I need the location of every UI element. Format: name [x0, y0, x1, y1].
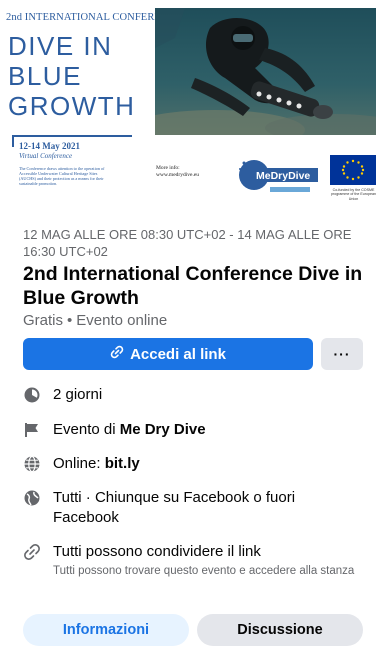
banner-title-line: BLUE: [8, 61, 82, 91]
event-title: 2nd International Conference Dive in Blu…: [23, 263, 363, 309]
timer-icon: [23, 386, 41, 404]
event-datetime: 12 MAG ALLE ORE 08:30 UTC+02 - 14 MAG AL…: [23, 227, 352, 259]
banner-title-panel: 2nd INTERNATIONAL CONFERENCE DIVE IN BLU…: [0, 0, 182, 135]
flag-icon: [23, 421, 41, 439]
eu-flag-icon: [330, 155, 376, 185]
banner-title: DIVE IN BLUE GROWTH: [8, 31, 135, 121]
duration-text: 2 giorni: [53, 386, 103, 403]
banner-description: The Conference draws attention to the op…: [19, 166, 105, 186]
banner-date: 12-14 May 2021: [19, 141, 80, 151]
banner-more-info-url: www.medrydive.eu: [156, 172, 200, 178]
share-text-block: Tutti possono condividere il link Tutti …: [53, 542, 358, 579]
banner-title-line: DIVE IN: [8, 31, 113, 61]
online-row: Online: bit.ly: [23, 454, 368, 474]
access-link-button[interactable]: Accedi al link: [23, 338, 313, 370]
audience-row: Tutti · Chiunque su Facebook o fuori Fac…: [23, 488, 368, 528]
more-icon: ···: [333, 346, 351, 362]
diver-photo: [155, 8, 376, 135]
banner-divider: [12, 135, 132, 137]
tab-informazioni-label: Informazioni: [62, 622, 150, 638]
public-globe-icon: [23, 489, 41, 507]
event-type: Evento online: [76, 312, 168, 329]
share-title: Tutti possono condividere il link: [53, 543, 261, 560]
more-options-button[interactable]: ···: [321, 338, 363, 370]
link-outline-icon: [23, 543, 41, 561]
event-cover-image: 2nd INTERNATIONAL CONFERENCE DIVE IN BLU…: [0, 0, 376, 213]
banner-title-line: GROWTH: [8, 91, 136, 121]
event-subtitle: Gratis • Evento online: [23, 312, 167, 329]
medrydive-logo: MeDryDive: [236, 155, 320, 197]
logo-text: MeDryDive: [256, 170, 310, 182]
tab-discussione-label: Discussione: [237, 622, 323, 638]
share-subtitle: Tutti possono trovare questo evento e ac…: [53, 565, 355, 577]
organizer-text: Evento di Me Dry Dive: [53, 420, 206, 440]
organizer-row: Evento di Me Dry Dive: [23, 420, 368, 440]
separator: •: [67, 312, 73, 329]
banner-divider: [12, 135, 14, 147]
online-prefix: Online:: [53, 455, 101, 472]
banner-mode: Virtual Conference: [19, 152, 73, 160]
share-row: Tutti possono condividere il link Tutti …: [23, 542, 368, 579]
audience-text: Tutti · Chiunque su Facebook o fuori Fac…: [53, 489, 296, 526]
tab-informazioni[interactable]: Informazioni: [23, 614, 189, 646]
event-price: Gratis: [23, 312, 64, 329]
banner-more-info: More info: www.medrydive.eu: [156, 165, 199, 179]
access-link-label: Accedi al link: [130, 345, 226, 363]
duration-row: 2 giorni: [23, 385, 368, 405]
tab-discussione[interactable]: Discussione: [197, 614, 363, 646]
globe-icon: [23, 455, 41, 473]
eu-caption: Co-funded by the COSME programme of the …: [331, 188, 376, 201]
link-icon: [110, 345, 124, 363]
banner-more-info-label: More info:: [156, 165, 180, 171]
online-link[interactable]: bit.ly: [105, 455, 140, 472]
online-text: Online: bit.ly: [53, 454, 140, 474]
organizer-prefix: Evento di: [53, 421, 116, 438]
organizer-link[interactable]: Me Dry Dive: [120, 421, 206, 438]
